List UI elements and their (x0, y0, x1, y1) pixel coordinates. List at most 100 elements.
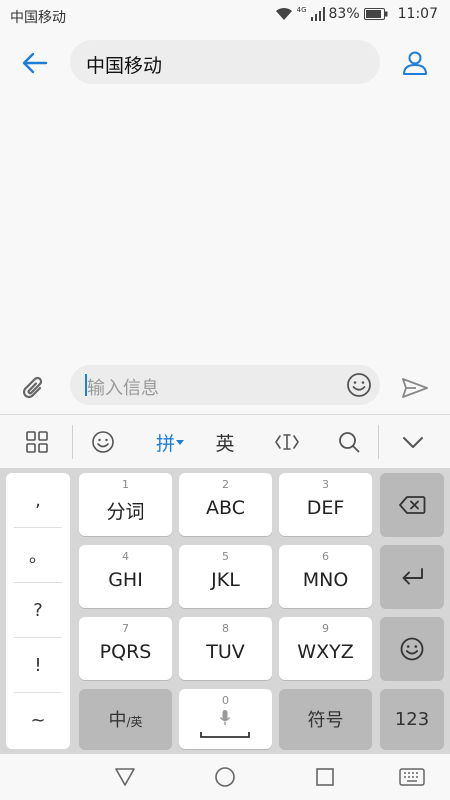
triangle-back-icon (115, 768, 135, 786)
emoji-key[interactable] (380, 617, 444, 680)
return-icon (402, 567, 423, 584)
key-number: 4 (122, 550, 129, 563)
square-recents-icon (316, 768, 334, 786)
paperclip-icon (22, 376, 43, 399)
signal-icon (310, 7, 325, 21)
recipient-name: 中国移动 (86, 55, 163, 77)
key-9[interactable]: 9 WXYZ (279, 617, 372, 680)
punct-key-exclaim[interactable]: ! (6, 638, 70, 692)
message-placeholder: 输入信息 (87, 378, 159, 399)
key-number: 0 (222, 694, 229, 707)
keyboard: , 。 ? ! ~ 1 分词 2 ABC 3 DEF 4 GHI 5 JKL 6… (0, 468, 450, 754)
key-8[interactable]: 8 TUV (179, 617, 272, 680)
lang-switch-key[interactable]: 中/英 (79, 689, 172, 749)
key-number: 7 (122, 622, 129, 635)
search-icon (339, 432, 360, 453)
key-number: 9 (322, 622, 329, 635)
chevron-down-icon (403, 437, 423, 448)
key-4[interactable]: 4 GHI (79, 545, 172, 608)
english-label: 英 (215, 432, 235, 455)
ime-divider (72, 425, 73, 459)
key-number: 1 (122, 478, 129, 491)
arrow-left-icon (22, 52, 48, 74)
ime-menu-button[interactable] (22, 428, 52, 456)
nav-keyboard-button[interactable] (398, 764, 426, 790)
key-label: 分词 (106, 501, 145, 523)
lang-switch-sub: /英 (126, 714, 143, 729)
nav-recents-button[interactable] (312, 764, 338, 790)
key-number: 2 (222, 478, 229, 491)
battery-percent: 83% (328, 6, 360, 22)
ime-cursor-button[interactable] (272, 428, 302, 456)
punct-key-period[interactable]: 。 (6, 528, 70, 582)
person-icon (403, 51, 427, 75)
symbols-key[interactable]: 符号 (279, 689, 372, 749)
conversation-header: 中国移动 (0, 32, 450, 94)
numbers-label: 123 (394, 708, 430, 730)
key-label: DEF (306, 497, 345, 519)
punct-key-question[interactable]: ? (6, 583, 70, 637)
key-label: ABC (206, 497, 245, 519)
attach-button[interactable] (20, 372, 50, 402)
status-bar: 中国移动 4G 83% 11:07 (0, 0, 450, 32)
grid-icon (26, 431, 48, 453)
key-number: 5 (222, 550, 229, 563)
backspace-icon (399, 495, 426, 514)
wifi-icon (275, 7, 292, 20)
status-icons: 4G 83% 11:07 (275, 6, 438, 22)
message-thread (0, 94, 450, 360)
system-nav-bar (0, 754, 450, 800)
microphone-icon (219, 710, 231, 725)
pinyin-label: 拼 (155, 432, 175, 455)
carrier-name: 中国移动 (10, 10, 66, 26)
space-key[interactable]: 0 (179, 689, 272, 749)
key-label: JKL (211, 569, 240, 591)
compose-bar: 输入信息 (0, 360, 450, 414)
clock: 11:07 (397, 6, 438, 22)
cursor-move-icon (275, 434, 299, 450)
send-icon (402, 378, 428, 398)
enter-key[interactable] (380, 545, 444, 608)
key-1[interactable]: 1 分词 (79, 473, 172, 536)
battery-icon (363, 8, 388, 20)
punct-key-comma[interactable]: , (6, 473, 70, 527)
ime-hide-button[interactable] (400, 428, 426, 456)
network-type-label: 4G (296, 6, 307, 14)
key-5[interactable]: 5 JKL (179, 545, 272, 608)
caret-down-icon (176, 440, 184, 445)
key-label: PQRS (99, 641, 152, 663)
back-button[interactable] (18, 46, 52, 80)
key-3[interactable]: 3 DEF (279, 473, 372, 536)
punct-key-tilde[interactable]: ~ (6, 693, 70, 747)
message-input[interactable]: 输入信息 (70, 365, 380, 405)
emoji-icon[interactable] (346, 372, 372, 398)
key-2[interactable]: 2 ABC (179, 473, 272, 536)
key-label: MNO (302, 569, 349, 591)
key-label: WXYZ (297, 641, 354, 663)
key-number: 8 (222, 622, 229, 635)
key-7[interactable]: 7 PQRS (79, 617, 172, 680)
recipient-field[interactable]: 中国移动 (70, 40, 380, 84)
circle-home-icon (215, 767, 235, 787)
ime-toolbar: 拼 英 (0, 414, 450, 469)
contact-button[interactable] (398, 46, 432, 80)
numbers-key[interactable]: 123 (380, 689, 444, 749)
nav-home-button[interactable] (212, 764, 238, 790)
punctuation-column: , 。 ? ! ~ (6, 473, 70, 749)
ime-search-button[interactable] (334, 428, 364, 456)
lang-switch-main: 中 (108, 710, 127, 731)
ime-english-button[interactable]: 英 (210, 428, 240, 456)
keyboard-icon (399, 768, 425, 786)
key-label: TUV (206, 641, 245, 663)
ime-divider (378, 425, 379, 459)
backspace-key[interactable] (380, 473, 444, 536)
key-6[interactable]: 6 MNO (279, 545, 372, 608)
smiley-icon (92, 431, 114, 453)
ime-emoji-button[interactable] (88, 428, 118, 456)
ime-pinyin-button[interactable]: 拼 (150, 428, 190, 456)
symbols-label: 符号 (307, 710, 344, 731)
send-button[interactable] (400, 373, 430, 403)
key-number: 6 (322, 550, 329, 563)
nav-back-button[interactable] (112, 764, 138, 790)
key-number: 3 (322, 478, 329, 491)
